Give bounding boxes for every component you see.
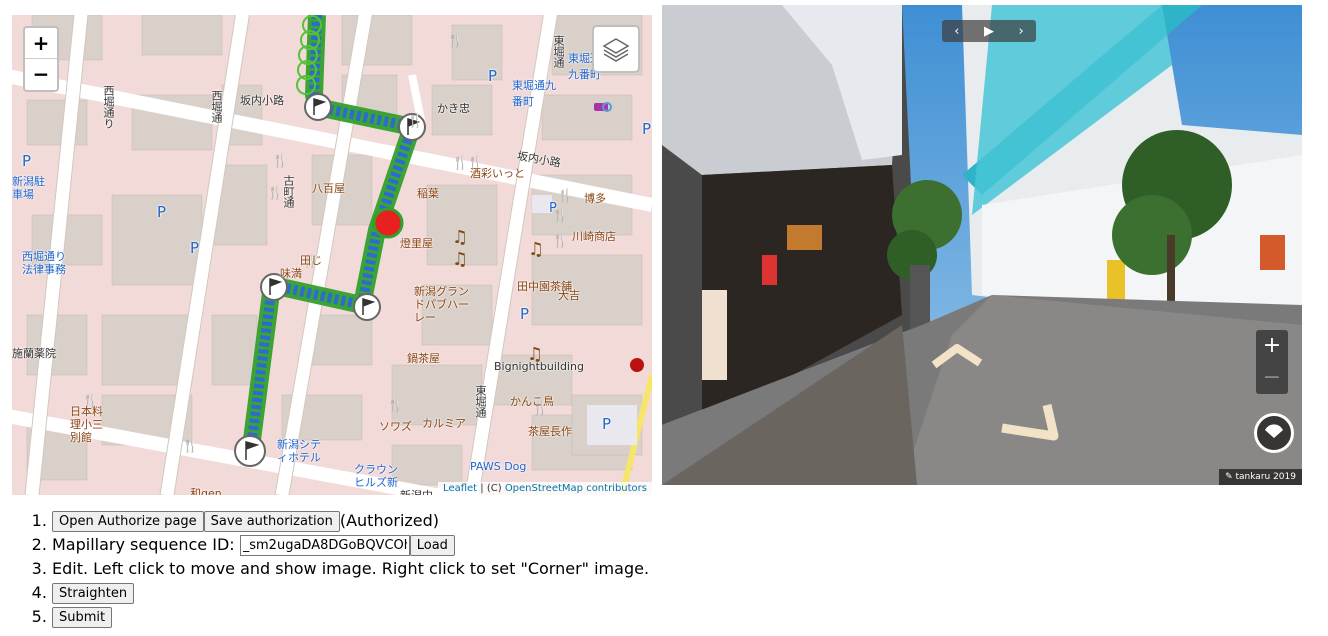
workflow-steps: Open Authorize pageSave authorization(Au… (12, 509, 649, 629)
next-image-button[interactable]: › (1019, 24, 1024, 39)
parking-label: P (520, 305, 530, 323)
poi-label: 施蘭薬院 (12, 347, 56, 360)
sequence-nav: ‹ ▶ › (942, 20, 1036, 42)
load-button[interactable]: Load (409, 535, 455, 556)
parking-label: P (602, 415, 612, 433)
layers-icon (602, 38, 630, 62)
svg-text:🍴: 🍴 (552, 233, 568, 249)
layers-button[interactable] (592, 25, 640, 73)
step-straighten: Straighten (52, 581, 649, 605)
poi-label: 鍋茶屋 (407, 352, 440, 365)
poi-label: かんこ鳥 (510, 395, 554, 408)
photo-credit[interactable]: ✎ tankaru 2019 (1219, 469, 1302, 485)
poi-label: 燈里屋 (400, 237, 433, 250)
poi-label: 八百屋 (312, 182, 345, 195)
step-authorize: Open Authorize pageSave authorization(Au… (52, 509, 649, 533)
poi-label: カルミア (422, 417, 466, 430)
play-button[interactable]: ▶ (984, 24, 994, 39)
map-zoom-control: + − (23, 26, 59, 92)
svg-text:🍴: 🍴 (272, 153, 288, 169)
step-submit: Submit (52, 605, 649, 629)
edit-instructions: Edit. Left click to move and show image.… (52, 559, 650, 578)
poi-label: 新潟中 (400, 487, 433, 495)
poi-label: 酒彩いっと (470, 167, 525, 180)
sequence-id-label: Mapillary sequence ID: (52, 535, 235, 554)
step-sequence-id: Mapillary sequence ID: Load (52, 533, 649, 557)
street-view-pane[interactable]: ‹ ▶ › + − ✎ tankaru 2019 (662, 5, 1302, 485)
bus-stop-label: 東堀通九番町 (512, 79, 556, 108)
map-zoom-in-button[interactable]: + (25, 28, 57, 59)
svg-text:♫: ♫ (452, 227, 468, 248)
map-pane[interactable]: 🍴 🍴 🍴 🍴 🍴 🍴 🍴 🍴 🍴 🍴 🍴 🍴 🍴 🍴 🍴 ♫ ♫ ♫ ♫ 坂内小路 坂内小路 西堀通り… (12, 15, 652, 495)
poi-label: 川崎商店 (572, 230, 616, 243)
poi-label: 新潟グランドパブハーレー (414, 285, 469, 324)
poi-label: 新潟シティホテル (277, 438, 321, 464)
svg-text:🍴: 🍴 (407, 113, 423, 129)
street-label: 東堀通 (474, 385, 487, 418)
street-label: 古町通 (282, 175, 295, 208)
poi-label: 大吉 (558, 289, 580, 302)
straighten-button[interactable]: Straighten (52, 583, 135, 604)
svg-text:🍴: 🍴 (182, 438, 198, 454)
poi-label: 茶屋長作 (528, 425, 572, 438)
parking-label: P (549, 201, 557, 216)
street-label: 東堀通 (552, 35, 565, 68)
compass-icon[interactable] (1254, 413, 1294, 453)
street-label: 西堀通り (102, 85, 115, 129)
poi-label: Bignightbuilding (494, 360, 584, 373)
map-zoom-out-button[interactable]: − (25, 59, 57, 89)
leaflet-link[interactable]: Leaflet (443, 483, 477, 494)
poi-label: ソワズ (379, 420, 412, 433)
street-photo[interactable] (662, 5, 1302, 485)
svg-text:🍴: 🍴 (557, 188, 573, 204)
parking-label: P (190, 239, 200, 257)
credit-text: tankaru 2019 (1235, 472, 1297, 482)
submit-button[interactable]: Submit (52, 607, 113, 628)
svg-text:🍴: 🍴 (452, 155, 468, 171)
parking-label: P (157, 203, 167, 221)
user-icon: ✎ (1225, 472, 1236, 482)
svg-text:♫: ♫ (528, 239, 544, 260)
previous-image-button[interactable]: ‹ (954, 24, 959, 39)
parking-label: P (642, 120, 652, 138)
poi-label: クラウンヒルズ新 (354, 463, 398, 489)
authorization-status: (Authorized) (339, 511, 440, 530)
parking-label: P (488, 67, 498, 85)
poi-label: かき忠 (437, 102, 470, 115)
save-authorization-button[interactable]: Save authorization (203, 511, 340, 532)
sequence-id-input[interactable] (239, 535, 410, 556)
svg-text:♫: ♫ (452, 249, 468, 270)
attribution-separator: | (C) (477, 483, 505, 494)
poi-label: 味満 (280, 267, 302, 280)
street-label: 西堀通 (210, 90, 223, 123)
street-label: 坂内小路 (240, 94, 284, 107)
poi-label: 和qen (190, 487, 222, 495)
poi-label: 日本料理小三別館 (70, 405, 103, 444)
svg-text:🍴: 🍴 (447, 33, 463, 49)
poi-label: 新潟駐車場 (12, 175, 45, 201)
parking-label: P (22, 152, 32, 170)
svg-text:🍴: 🍴 (387, 398, 403, 414)
poi-label: 博多 (584, 192, 606, 205)
viewer-zoom-control: + − (1256, 330, 1288, 394)
open-authorize-page-button[interactable]: Open Authorize page (52, 511, 204, 532)
step-edit: Edit. Left click to move and show image.… (52, 557, 649, 581)
viewer-zoom-out-button[interactable]: − (1256, 362, 1288, 394)
osm-link[interactable]: OpenStreetMap contributors (505, 483, 647, 494)
poi-label: 田じ (300, 254, 322, 267)
poi-label: 稲葉 (417, 187, 439, 200)
map-attribution: Leaflet | (C) OpenStreetMap contributors (438, 482, 652, 495)
poi-label: 西堀通り法律事務 (22, 250, 66, 276)
poi-label: PAWS Dog (470, 460, 527, 473)
viewer-zoom-in-button[interactable]: + (1256, 330, 1288, 362)
